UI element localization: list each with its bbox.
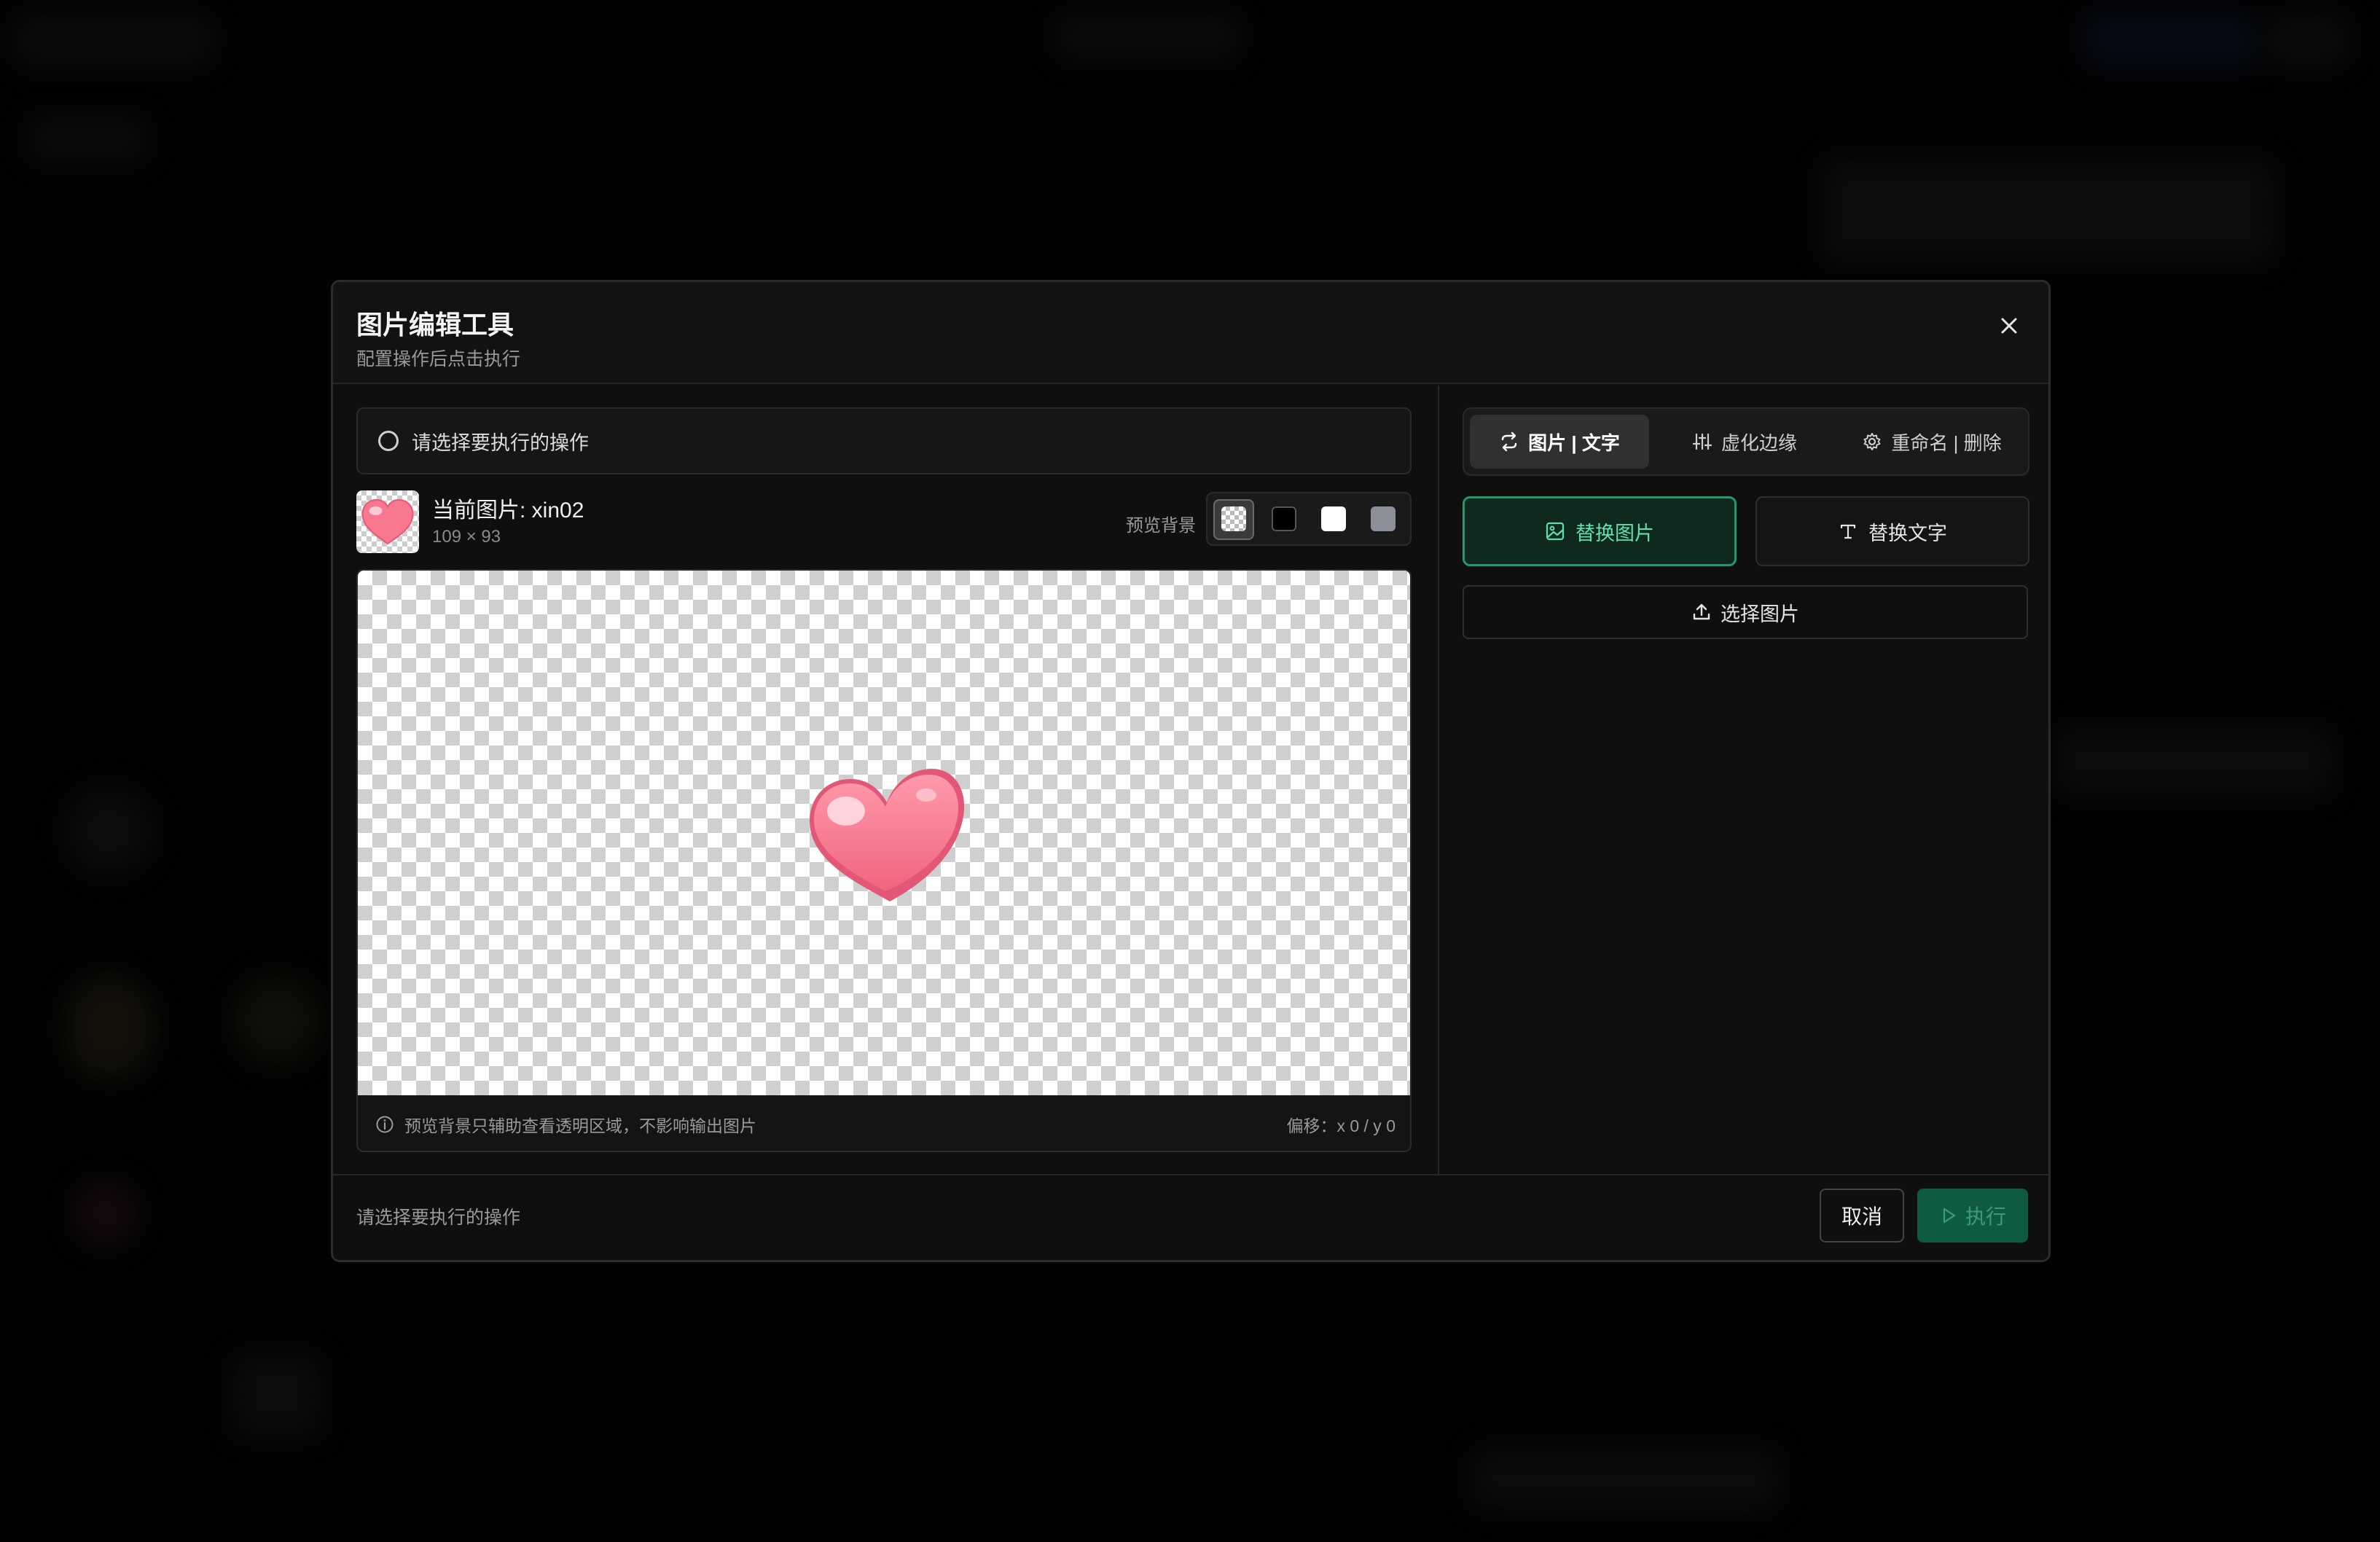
upload-icon xyxy=(1693,603,1710,620)
sliders-icon xyxy=(1692,433,1712,450)
tab-bar: 图片 | 文字 虚化边缘 重命名 | 删除 xyxy=(1463,407,2029,476)
operation-select[interactable]: 请选择要执行的操作 xyxy=(356,407,1412,474)
image-preview: 预览背景只辅助查看透明区域，不影响输出图片 偏移：x 0 / y 0 xyxy=(356,569,1412,1152)
gear-icon xyxy=(1863,433,1881,450)
preview-canvas[interactable] xyxy=(358,571,1410,1095)
heart-icon xyxy=(361,498,414,545)
dialog-header: 图片编辑工具 配置操作后点击执行 xyxy=(333,282,2048,384)
dialog-title: 图片编辑工具 xyxy=(356,310,514,340)
replace-image-button[interactable]: 替换图片 xyxy=(1463,496,1737,566)
replace-image-label: 替换图片 xyxy=(1575,522,1654,544)
tab-image-text-label: 图片 | 文字 xyxy=(1528,431,1620,454)
settings-pane: 图片 | 文字 虚化边缘 重命名 | 删除 替换图片 替换文字 选择图片 xyxy=(1439,386,2048,1174)
replace-text-label: 替换文字 xyxy=(1868,522,1947,544)
preview-background-selector xyxy=(1206,492,1412,546)
preview-pane: 请选择要执行的操作 当前图片: xin02 109 × 93 预览背景 预览背景… xyxy=(333,386,1438,1174)
close-icon xyxy=(2001,318,2017,334)
cancel-button[interactable]: 取消 xyxy=(1820,1189,1904,1242)
tab-rename-delete-label: 重命名 | 删除 xyxy=(1891,431,2002,454)
play-icon xyxy=(1943,1208,1956,1224)
info-icon xyxy=(376,1116,394,1133)
dialog-footer: 请选择要执行的操作 取消 执行 xyxy=(333,1174,2048,1260)
offset-readout: 偏移：x 0 / y 0 xyxy=(1286,1116,1395,1135)
swap-icon xyxy=(1501,431,1517,452)
replace-text-button[interactable]: 替换文字 xyxy=(1755,496,2029,566)
image-thumbnail xyxy=(356,490,419,553)
image-editor-dialog: 图片编辑工具 配置操作后点击执行 请选择要执行的操作 当前图片: xin02 1… xyxy=(331,280,2051,1262)
execute-label: 执行 xyxy=(1965,1205,2006,1228)
tab-blur-edges[interactable]: 虚化边缘 xyxy=(1655,415,1834,469)
heart-image[interactable] xyxy=(804,763,968,906)
operation-select-placeholder: 请选择要执行的操作 xyxy=(412,431,589,454)
tab-blur-edges-label: 虚化边缘 xyxy=(1721,431,1797,454)
tab-image-text[interactable]: 图片 | 文字 xyxy=(1470,415,1649,469)
swatch-white[interactable] xyxy=(1321,506,1346,531)
preview-background-label: 预览背景 xyxy=(1126,516,1196,536)
execute-button[interactable]: 执行 xyxy=(1917,1189,2028,1242)
swatch-gray[interactable] xyxy=(1371,506,1395,531)
preview-footer: 预览背景只辅助查看透明区域，不影响输出图片 偏移：x 0 / y 0 xyxy=(358,1095,1410,1151)
close-button[interactable] xyxy=(1992,308,2027,343)
swatch-black[interactable] xyxy=(1272,506,1296,531)
current-image-name: 当前图片: xin02 xyxy=(432,498,584,523)
circle-icon xyxy=(378,431,399,451)
swatch-checkerboard[interactable] xyxy=(1221,506,1246,531)
choose-image-button[interactable]: 选择图片 xyxy=(1463,585,2028,639)
text-icon xyxy=(1840,524,1856,539)
tab-rename-delete[interactable]: 重命名 | 删除 xyxy=(1840,415,2024,469)
dialog-subtitle: 配置操作后点击执行 xyxy=(356,349,521,369)
image-icon xyxy=(1546,522,1565,541)
footer-status: 请选择要执行的操作 xyxy=(356,1208,521,1228)
preview-note: 预览背景只辅助查看透明区域，不影响输出图片 xyxy=(404,1116,756,1135)
current-image-dimensions: 109 × 93 xyxy=(432,527,501,547)
current-image-info: 当前图片: xin02 109 × 93 预览背景 xyxy=(356,490,1412,553)
choose-image-label: 选择图片 xyxy=(1721,603,1799,625)
